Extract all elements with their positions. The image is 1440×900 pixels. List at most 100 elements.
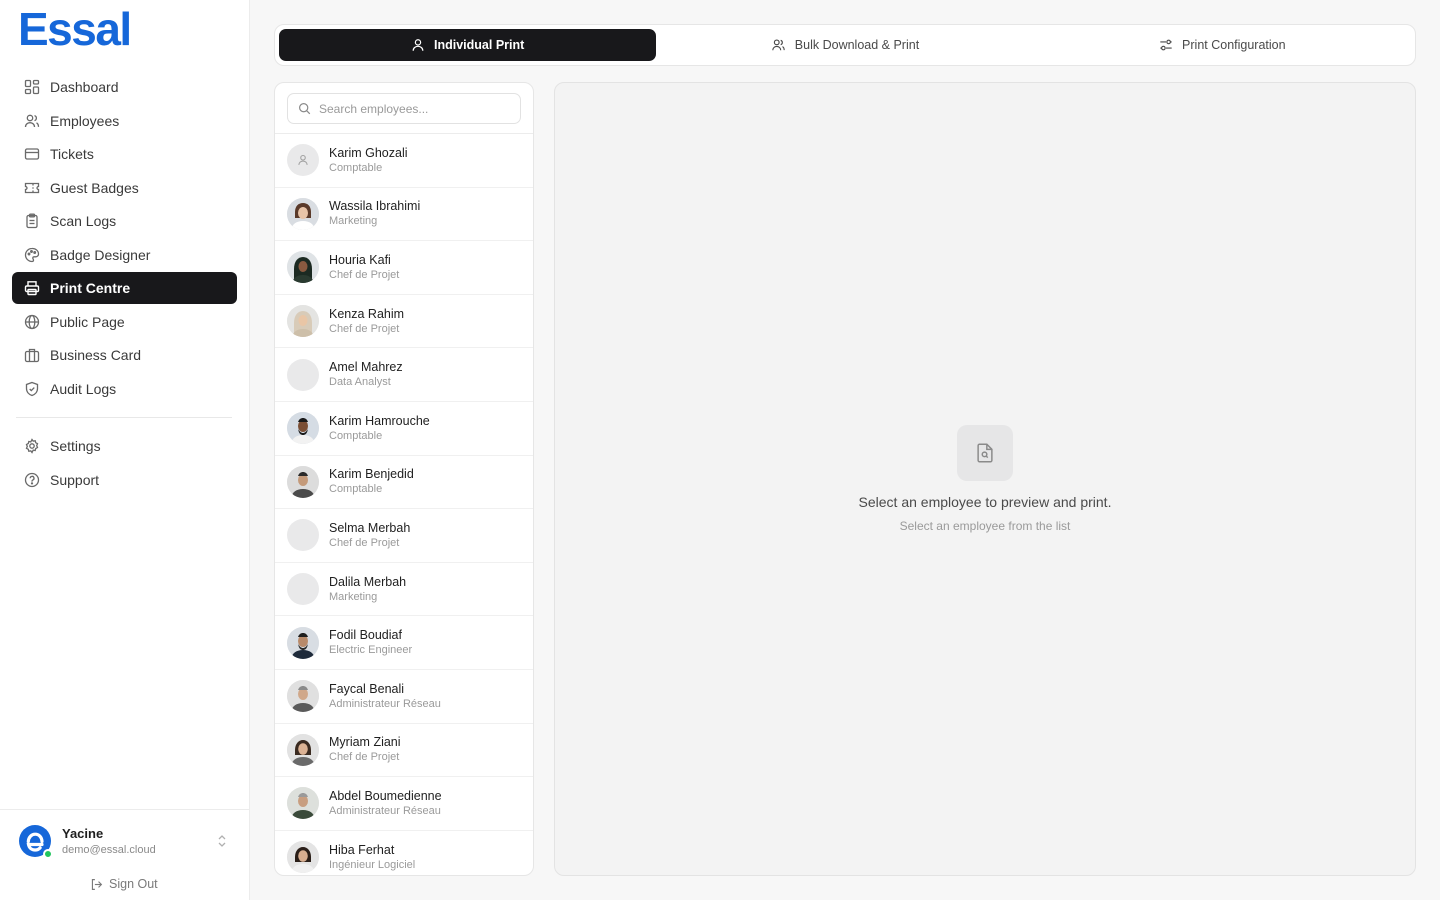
user-menu[interactable]: Yacine demo@essal.cloud (18, 824, 156, 859)
tab-label: Bulk Download & Print (794, 38, 920, 52)
print-preview-panel: Select an employee to preview and print.… (554, 82, 1416, 876)
employee-name: Karim Benjedid (329, 467, 414, 482)
sidebar-item-label: Support (50, 471, 100, 488)
employee-name: Karim Ghozali (329, 145, 408, 160)
employee-role: Marketing (329, 215, 378, 228)
employee-list-item[interactable]: Karim Benjedid Comptable (275, 456, 533, 510)
sidebar-item-label: Guest Badges (50, 179, 139, 196)
sidebar-item-label: Badge Designer (50, 246, 151, 263)
search-box[interactable] (287, 93, 521, 124)
sidebar-item-label: Business Card (50, 347, 142, 363)
employee-list-item[interactable]: Karim Ghozali Comptable (275, 134, 533, 188)
gear-icon (23, 438, 40, 455)
employee-list-item[interactable]: Kenza Rahim Chef de Projet (275, 295, 533, 349)
employee-role: Comptable (329, 161, 383, 174)
user-section-divider (0, 809, 249, 810)
card-icon (23, 146, 40, 163)
avatar (287, 358, 319, 391)
employee-role: Comptable (329, 483, 383, 496)
logout-icon (91, 878, 103, 890)
employee-list-item[interactable]: Selma Merbah Chef de Projet (275, 509, 533, 563)
printer-icon (23, 280, 40, 297)
sign-out-label: Sign Out (109, 877, 158, 891)
sidebar-item-audit-logs[interactable]: Audit Logs (12, 373, 237, 405)
online-status-dot (43, 849, 53, 859)
user-icon (412, 39, 424, 51)
employee-list-item[interactable]: Abdel Boumedienne Administrateur Réseau (275, 777, 533, 831)
employee-list-item[interactable]: Karim Hamrouche Comptable (275, 402, 533, 456)
brand-logo[interactable]: Essal (18, 4, 132, 54)
sidebar-item-label: Settings (50, 438, 101, 454)
print-mode-tabs: Individual Print Bulk Download & Print P… (274, 24, 1416, 66)
avatar-photo (287, 412, 319, 445)
sidebar-item-scan-logs[interactable]: Scan Logs (12, 205, 237, 237)
main-nav: Dashboard Employees Tickets Guest Badges… (12, 71, 237, 406)
employee-role: Administrateur Réseau (329, 804, 441, 817)
search-input[interactable] (319, 101, 509, 116)
avatar-photo (287, 680, 319, 713)
avatar (287, 573, 319, 606)
avatar-photo (287, 465, 319, 498)
employee-role: Chef de Projet (329, 536, 400, 549)
employee-list-item[interactable]: Houria Kafi Chef de Projet (275, 241, 533, 295)
avatar (18, 824, 53, 859)
employee-list-item[interactable]: Amel Mahrez Data Analyst (275, 348, 533, 402)
shield-icon (23, 380, 40, 397)
employee-name: Amel Mahrez (329, 360, 403, 375)
sidebar-item-badge-designer[interactable]: Badge Designer (12, 239, 237, 271)
avatar-photo (287, 626, 319, 659)
tab-bulk-download-print[interactable]: Bulk Download & Print (656, 29, 1033, 61)
employee-name: Kenza Rahim (329, 306, 405, 321)
employee-list-item[interactable]: Hiba Ferhat Ingénieur Logiciel (275, 831, 533, 875)
employee-list-panel: Karim GhozaliComptable Wassila IbrahimiM… (274, 82, 534, 876)
user-name: Yacine (62, 825, 104, 841)
briefcase-icon (23, 347, 40, 364)
sidebar-item-label: Print Centre (50, 280, 131, 296)
help-icon (23, 471, 40, 488)
employee-name: Fodil Boudiaf (329, 628, 402, 643)
sidebar-item-label: Employees (50, 112, 120, 129)
avatar-photo (287, 305, 319, 338)
tab-print-configuration[interactable]: Print Configuration (1034, 29, 1411, 61)
dashboard-icon (23, 79, 40, 96)
avatar-photo (287, 733, 319, 766)
sliders-icon (1160, 39, 1172, 51)
file-search-icon (957, 425, 1013, 481)
employee-role: Comptable (329, 429, 383, 442)
employee-name: Selma Merbah (329, 520, 411, 535)
employee-list-item[interactable]: Fodil Boudiaf Electric Engineer (275, 616, 533, 670)
employee-list-item[interactable]: Wassila Ibrahimi Marketing (275, 188, 533, 242)
sidebar-item-label: Dashboard (50, 79, 119, 95)
tab-label: Individual Print (434, 38, 525, 52)
sign-out-button[interactable]: Sign Out (90, 877, 158, 891)
sidebar-divider (16, 417, 232, 418)
sidebar-item-guest-badges[interactable]: Guest Badges (12, 172, 237, 204)
avatar-photo (287, 197, 319, 230)
employee-role: Chef de Projet (329, 751, 400, 764)
sidebar-item-support[interactable]: Support (12, 464, 237, 496)
employee-name: Wassila Ibrahimi (329, 199, 421, 214)
sidebar-item-print-centre[interactable]: Print Centre (12, 272, 237, 304)
globe-icon (23, 313, 40, 330)
empty-state-subtitle: Select an employee from the list (899, 519, 1071, 533)
avatar-photo (287, 787, 319, 820)
employee-list-item[interactable]: Faycal Benali Administrateur Réseau (275, 670, 533, 724)
search-icon (299, 103, 311, 115)
sidebar-item-settings[interactable]: Settings (12, 430, 237, 462)
tab-individual-print[interactable]: Individual Print (279, 29, 657, 61)
sidebar-item-business-card[interactable]: Business Card (12, 339, 237, 371)
employee-role: Chef de Projet (329, 268, 400, 281)
employee-role: Data Analyst (329, 376, 391, 389)
employee-list-item[interactable]: Myriam Ziani Chef de Projet (275, 724, 533, 778)
chevrons-up-down-icon[interactable] (216, 834, 228, 853)
employee-name: Karim Hamrouche (329, 413, 430, 428)
sidebar-item-employees[interactable]: Employees (12, 105, 237, 137)
sidebar-item-dashboard[interactable]: Dashboard (12, 71, 237, 103)
employee-role: Chef de Projet (329, 322, 400, 335)
sidebar-item-tickets[interactable]: Tickets (12, 138, 237, 170)
employee-name: Houria Kafi (329, 252, 391, 267)
sidebar-item-public-page[interactable]: Public Page (12, 306, 237, 338)
employee-list-item[interactable]: Dalila Merbah Marketing (275, 563, 533, 617)
avatar-photo (287, 841, 319, 874)
employee-role: Ingénieur Logiciel (329, 858, 416, 871)
